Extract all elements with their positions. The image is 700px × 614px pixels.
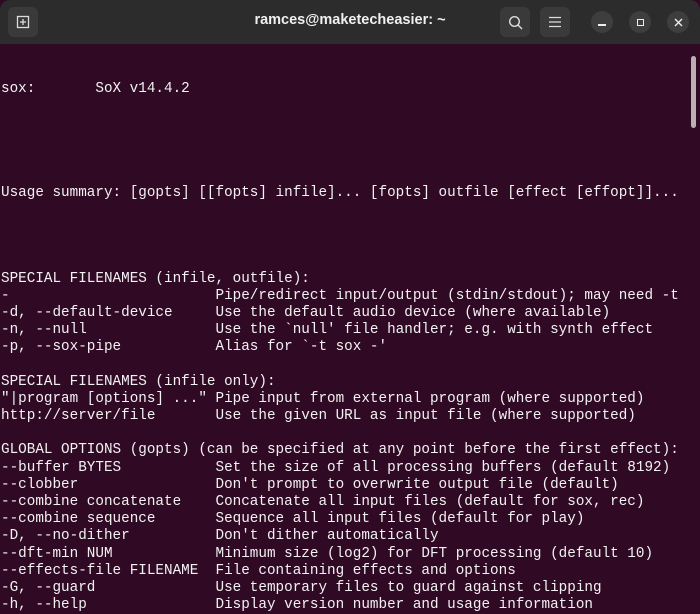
option-line: --dft-min NUM Minimum size (log2) for DFT… <box>1 546 686 563</box>
option-line: --buffer BYTES Set the size of all proces… <box>1 460 686 477</box>
option-description: Concatenate all input files (default for… <box>215 494 645 511</box>
section-heading: SPECIAL FILENAMES (infile only): <box>1 373 276 390</box>
option-name: --combine sequence <box>1 511 156 528</box>
option-name: -p, --sox-pipe <box>1 339 122 356</box>
option-description: Use the `null' file handler; e.g. with s… <box>215 322 654 339</box>
minimize-icon <box>598 24 606 26</box>
option-line: --clobber Don't prompt to overwrite outpu… <box>1 477 686 494</box>
option-name: --clobber <box>1 476 79 493</box>
maximize-button[interactable] <box>629 11 651 33</box>
maximize-icon <box>636 18 644 26</box>
option-name: -d, --default-device <box>1 304 173 321</box>
option-name: -G, --guard <box>1 579 96 596</box>
option-line: --effects-file FILENAME File containing e… <box>1 563 686 580</box>
option-description: Use temporary files to guard against cli… <box>215 579 602 596</box>
search-icon <box>508 15 522 29</box>
usage-summary: Usage summary: [gopts] [[fopts] infile].… <box>1 184 679 201</box>
option-line: -p, --sox-pipe Alias for `-t sox -' <box>1 339 686 356</box>
option-line: -G, --guard Use temporary files to guard … <box>1 580 686 597</box>
option-line: -D, --no-dither Don't dither automaticall… <box>1 528 686 545</box>
option-description: Set the size of all processing buffers (… <box>215 459 671 476</box>
option-description: Use the given URL as input file (where s… <box>215 408 636 425</box>
option-description: Pipe input from external program (where … <box>215 390 645 407</box>
section-heading: GLOBAL OPTIONS (gopts) (can be specified… <box>1 442 679 459</box>
option-name: --dft-min NUM <box>1 545 113 562</box>
option-description: File containing effects and options <box>215 562 516 579</box>
option-description: Minimum size (log2) for DFT processing (… <box>215 545 654 562</box>
option-name: -D, --no-dither <box>1 528 130 545</box>
option-line: http://server/file Use the given URL as i… <box>1 408 686 425</box>
scrollbar[interactable] <box>691 56 696 128</box>
option-description: Don't prompt to overwrite output file (d… <box>215 476 619 493</box>
section-heading: SPECIAL FILENAMES (infile, outfile): <box>1 270 310 287</box>
option-name: --combine concatenate <box>1 494 182 511</box>
option-name: --buffer BYTES <box>1 459 122 476</box>
option-line: --combine concatenate Concatenate all inp… <box>1 494 686 511</box>
menu-button[interactable] <box>540 7 570 37</box>
version-text: SoX v14.4.2 <box>95 81 190 98</box>
option-line: "|program [options] ..." Pipe input from … <box>1 391 686 408</box>
option-name: --effects-file FILENAME <box>1 562 199 579</box>
option-name: -n, --null <box>1 322 87 339</box>
option-line: --combine sequence Sequence all input fil… <box>1 511 686 528</box>
option-name: http://server/file <box>1 408 156 425</box>
hamburger-icon <box>549 16 561 28</box>
option-name: "|program [options] ..." <box>1 390 207 407</box>
close-icon <box>674 18 682 26</box>
search-button[interactable] <box>500 7 530 37</box>
option-line: -h, --help Display version number and usa… <box>1 597 686 614</box>
version-line: sox: SoX v14.4.2 <box>1 81 686 98</box>
option-description: Display version number and usage informa… <box>215 597 593 614</box>
program-name: sox: <box>1 81 36 98</box>
option-description: Don't dither automatically <box>215 528 439 545</box>
option-description: Alias for `-t sox -' <box>215 339 388 356</box>
option-line: - Pipe/redirect input/output (stdin/stdou… <box>1 288 686 305</box>
option-name: - <box>1 287 10 304</box>
terminal-output[interactable]: sox: SoX v14.4.2 Usage summary: [gopts] [… <box>1 47 686 614</box>
minimize-button[interactable] <box>591 11 613 33</box>
option-line: -n, --null Use the `null' file handler; e… <box>1 322 686 339</box>
option-name: -h, --help <box>1 597 87 614</box>
option-description: Sequence all input files (default for pl… <box>215 511 585 528</box>
option-description: Use the default audio device (where avai… <box>215 304 611 321</box>
title-bar: ramces@maketecheasier: ~ <box>0 0 700 44</box>
option-description: Pipe/redirect input/output (stdin/stdout… <box>215 287 679 304</box>
close-button[interactable] <box>667 11 689 33</box>
option-line: -d, --default-device Use the default audi… <box>1 305 686 322</box>
